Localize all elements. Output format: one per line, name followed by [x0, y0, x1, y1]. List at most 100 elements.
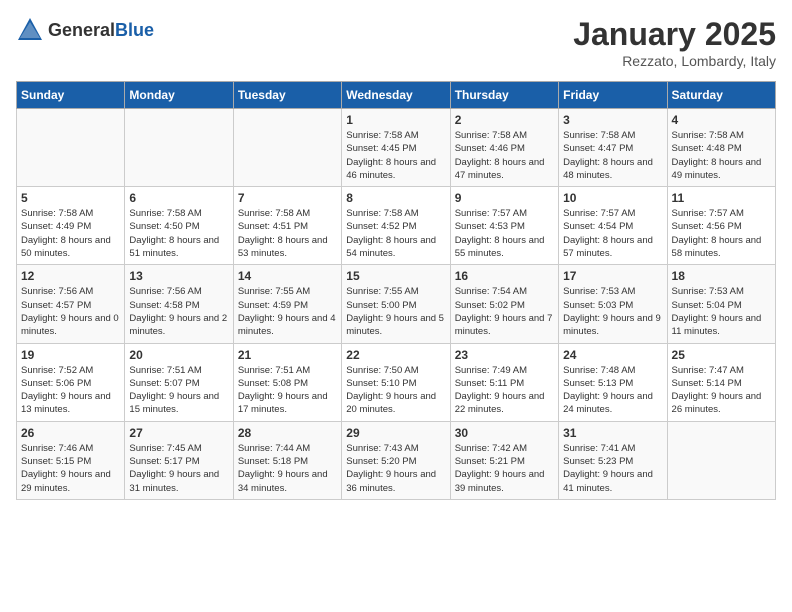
calendar-cell: 5 Sunrise: 7:58 AM Sunset: 4:49 PM Daylig…: [17, 187, 125, 265]
weekday-header-row: SundayMondayTuesdayWednesdayThursdayFrid…: [17, 82, 776, 109]
day-number: 4: [672, 113, 771, 127]
calendar-cell: 17 Sunrise: 7:53 AM Sunset: 5:03 PM Dayli…: [559, 265, 667, 343]
day-info: Sunrise: 7:48 AM Sunset: 5:13 PM Dayligh…: [563, 364, 662, 417]
logo-icon: [16, 16, 44, 44]
day-number: 23: [455, 348, 554, 362]
title-block: January 2025 Rezzato, Lombardy, Italy: [573, 16, 776, 69]
day-info: Sunrise: 7:55 AM Sunset: 5:00 PM Dayligh…: [346, 285, 445, 338]
weekday-header-saturday: Saturday: [667, 82, 775, 109]
day-number: 26: [21, 426, 120, 440]
day-number: 16: [455, 269, 554, 283]
day-info: Sunrise: 7:43 AM Sunset: 5:20 PM Dayligh…: [346, 442, 445, 495]
calendar-cell: 29 Sunrise: 7:43 AM Sunset: 5:20 PM Dayli…: [342, 421, 450, 499]
weekday-header-friday: Friday: [559, 82, 667, 109]
day-info: Sunrise: 7:57 AM Sunset: 4:53 PM Dayligh…: [455, 207, 554, 260]
calendar-cell: 9Sunrise: 7:57 AM Sunset: 4:53 PM Daylig…: [450, 187, 558, 265]
calendar-cell: 27Sunrise: 7:45 AM Sunset: 5:17 PM Dayli…: [125, 421, 233, 499]
day-number: 13: [129, 269, 228, 283]
day-number: 2: [455, 113, 554, 127]
calendar-cell: 23 Sunrise: 7:49 AM Sunset: 5:11 PM Dayli…: [450, 343, 558, 421]
logo-text: GeneralBlue: [48, 20, 154, 41]
calendar-cell: 24 Sunrise: 7:48 AM Sunset: 5:13 PM Dayli…: [559, 343, 667, 421]
day-info: Sunrise: 7:53 AM Sunset: 5:03 PM Dayligh…: [563, 285, 662, 338]
calendar-week-1: 1 Sunrise: 7:58 AM Sunset: 4:45 PM Daylig…: [17, 109, 776, 187]
calendar-week-5: 26 Sunrise: 7:46 AM Sunset: 5:15 PM Dayli…: [17, 421, 776, 499]
day-info: Sunrise: 7:58 AM Sunset: 4:46 PM Dayligh…: [455, 129, 554, 182]
calendar-cell: 10 Sunrise: 7:57 AM Sunset: 4:54 PM Dayli…: [559, 187, 667, 265]
calendar-cell: 8 Sunrise: 7:58 AM Sunset: 4:52 PM Daylig…: [342, 187, 450, 265]
day-number: 10: [563, 191, 662, 205]
day-info: Sunrise: 7:46 AM Sunset: 5:15 PM Dayligh…: [21, 442, 120, 495]
day-number: 31: [563, 426, 662, 440]
calendar-cell: 16 Sunrise: 7:54 AM Sunset: 5:02 PM Dayli…: [450, 265, 558, 343]
calendar-cell: 12Sunrise: 7:56 AM Sunset: 4:57 PM Dayli…: [17, 265, 125, 343]
day-number: 1: [346, 113, 445, 127]
calendar-cell: [125, 109, 233, 187]
day-info: Sunrise: 7:51 AM Sunset: 5:07 PM Dayligh…: [129, 364, 228, 417]
day-info: Sunrise: 7:58 AM Sunset: 4:51 PM Dayligh…: [238, 207, 337, 260]
day-number: 20: [129, 348, 228, 362]
calendar-cell: 22Sunrise: 7:50 AM Sunset: 5:10 PM Dayli…: [342, 343, 450, 421]
calendar-cell: 15Sunrise: 7:55 AM Sunset: 5:00 PM Dayli…: [342, 265, 450, 343]
calendar-table: SundayMondayTuesdayWednesdayThursdayFrid…: [16, 81, 776, 500]
weekday-header-thursday: Thursday: [450, 82, 558, 109]
location-subtitle: Rezzato, Lombardy, Italy: [573, 53, 776, 69]
day-info: Sunrise: 7:58 AM Sunset: 4:45 PM Dayligh…: [346, 129, 445, 182]
calendar-cell: 14Sunrise: 7:55 AM Sunset: 4:59 PM Dayli…: [233, 265, 341, 343]
weekday-header-tuesday: Tuesday: [233, 82, 341, 109]
day-info: Sunrise: 7:44 AM Sunset: 5:18 PM Dayligh…: [238, 442, 337, 495]
day-info: Sunrise: 7:56 AM Sunset: 4:58 PM Dayligh…: [129, 285, 228, 338]
weekday-header-monday: Monday: [125, 82, 233, 109]
calendar-cell: 7 Sunrise: 7:58 AM Sunset: 4:51 PM Daylig…: [233, 187, 341, 265]
logo-general: General: [48, 20, 115, 40]
day-info: Sunrise: 7:57 AM Sunset: 4:54 PM Dayligh…: [563, 207, 662, 260]
calendar-cell: 26 Sunrise: 7:46 AM Sunset: 5:15 PM Dayli…: [17, 421, 125, 499]
calendar-week-2: 5 Sunrise: 7:58 AM Sunset: 4:49 PM Daylig…: [17, 187, 776, 265]
day-info: Sunrise: 7:58 AM Sunset: 4:50 PM Dayligh…: [129, 207, 228, 260]
day-info: Sunrise: 7:42 AM Sunset: 5:21 PM Dayligh…: [455, 442, 554, 495]
calendar-cell: 11Sunrise: 7:57 AM Sunset: 4:56 PM Dayli…: [667, 187, 775, 265]
calendar-cell: [667, 421, 775, 499]
day-info: Sunrise: 7:58 AM Sunset: 4:48 PM Dayligh…: [672, 129, 771, 182]
calendar-cell: 19 Sunrise: 7:52 AM Sunset: 5:06 PM Dayli…: [17, 343, 125, 421]
day-number: 24: [563, 348, 662, 362]
day-number: 7: [238, 191, 337, 205]
calendar-cell: 28 Sunrise: 7:44 AM Sunset: 5:18 PM Dayli…: [233, 421, 341, 499]
calendar-week-3: 12Sunrise: 7:56 AM Sunset: 4:57 PM Dayli…: [17, 265, 776, 343]
weekday-header-wednesday: Wednesday: [342, 82, 450, 109]
calendar-cell: 25 Sunrise: 7:47 AM Sunset: 5:14 PM Dayli…: [667, 343, 775, 421]
day-number: 21: [238, 348, 337, 362]
day-info: Sunrise: 7:57 AM Sunset: 4:56 PM Dayligh…: [672, 207, 771, 260]
day-number: 17: [563, 269, 662, 283]
day-number: 29: [346, 426, 445, 440]
day-number: 25: [672, 348, 771, 362]
calendar-cell: 30Sunrise: 7:42 AM Sunset: 5:21 PM Dayli…: [450, 421, 558, 499]
day-number: 18: [672, 269, 771, 283]
day-number: 5: [21, 191, 120, 205]
calendar-week-4: 19 Sunrise: 7:52 AM Sunset: 5:06 PM Dayli…: [17, 343, 776, 421]
day-info: Sunrise: 7:54 AM Sunset: 5:02 PM Dayligh…: [455, 285, 554, 338]
calendar-cell: 1 Sunrise: 7:58 AM Sunset: 4:45 PM Daylig…: [342, 109, 450, 187]
day-info: Sunrise: 7:58 AM Sunset: 4:52 PM Dayligh…: [346, 207, 445, 260]
day-number: 19: [21, 348, 120, 362]
day-info: Sunrise: 7:58 AM Sunset: 4:47 PM Dayligh…: [563, 129, 662, 182]
calendar-cell: 18Sunrise: 7:53 AM Sunset: 5:04 PM Dayli…: [667, 265, 775, 343]
day-number: 14: [238, 269, 337, 283]
day-info: Sunrise: 7:50 AM Sunset: 5:10 PM Dayligh…: [346, 364, 445, 417]
day-number: 6: [129, 191, 228, 205]
day-info: Sunrise: 7:49 AM Sunset: 5:11 PM Dayligh…: [455, 364, 554, 417]
day-number: 8: [346, 191, 445, 205]
weekday-header-sunday: Sunday: [17, 82, 125, 109]
calendar-cell: [17, 109, 125, 187]
calendar-cell: 20 Sunrise: 7:51 AM Sunset: 5:07 PM Dayli…: [125, 343, 233, 421]
day-info: Sunrise: 7:47 AM Sunset: 5:14 PM Dayligh…: [672, 364, 771, 417]
day-info: Sunrise: 7:41 AM Sunset: 5:23 PM Dayligh…: [563, 442, 662, 495]
calendar-cell: 31 Sunrise: 7:41 AM Sunset: 5:23 PM Dayli…: [559, 421, 667, 499]
day-number: 28: [238, 426, 337, 440]
day-info: Sunrise: 7:58 AM Sunset: 4:49 PM Dayligh…: [21, 207, 120, 260]
calendar-cell: 21Sunrise: 7:51 AM Sunset: 5:08 PM Dayli…: [233, 343, 341, 421]
month-title: January 2025: [573, 16, 776, 53]
logo: GeneralBlue: [16, 16, 154, 44]
day-info: Sunrise: 7:52 AM Sunset: 5:06 PM Dayligh…: [21, 364, 120, 417]
day-number: 12: [21, 269, 120, 283]
